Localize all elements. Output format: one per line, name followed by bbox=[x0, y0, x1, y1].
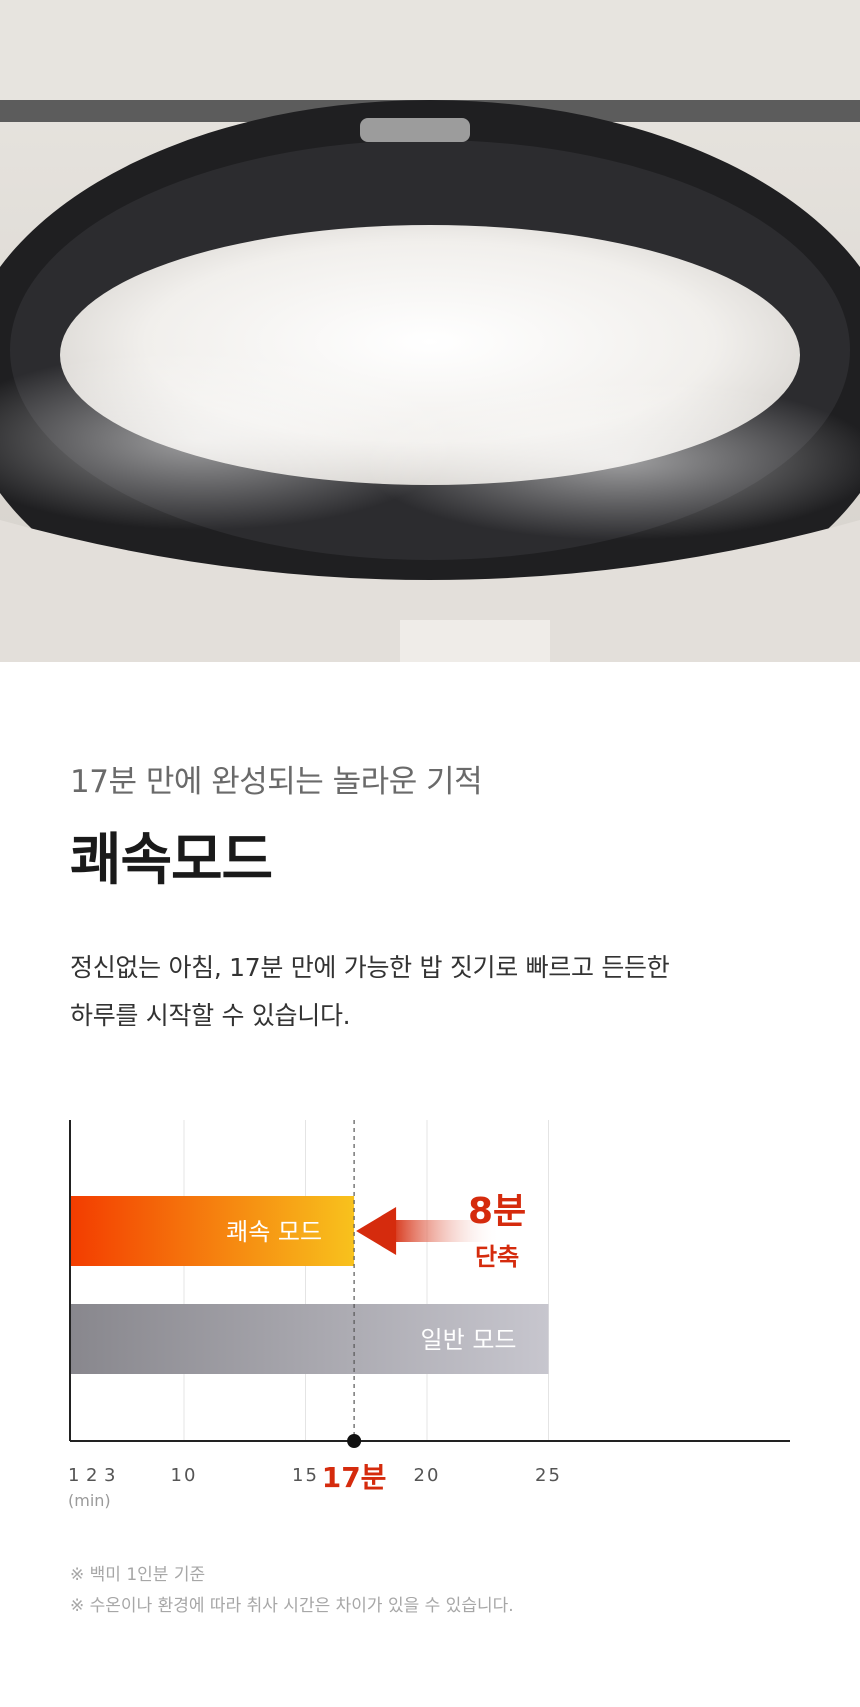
arrow-head bbox=[356, 1207, 397, 1255]
annotation: 8분단축 bbox=[353, 1120, 526, 1441]
annotation-amount: 8분 bbox=[468, 1191, 526, 1232]
x-tick-label: 3 bbox=[104, 1465, 117, 1486]
gridlines bbox=[183, 1120, 549, 1441]
rice-cooker-illustration bbox=[0, 0, 860, 662]
cooking-time-chart: 쾌속 모드일반 모드 8분단축 1 2 3 10 15 17분 20 25 (min) bbox=[68, 1120, 790, 1510]
bar-label: 쾌속 모드 bbox=[226, 1218, 322, 1246]
x-tick-label: 10 bbox=[171, 1465, 198, 1486]
x-tick-label: 17분 bbox=[322, 1461, 387, 1494]
hero-photo bbox=[0, 0, 860, 662]
footnote: ※ 수온이나 환경에 따라 취사 시간은 차이가 있을 수 있습니다. bbox=[70, 1596, 514, 1616]
description-line: 정신없는 아침, 17분 만에 가능한 밥 짓기로 빠르고 든든한 bbox=[70, 953, 670, 982]
unit-label: (min) bbox=[68, 1491, 111, 1510]
x-tick-label: 2 bbox=[86, 1465, 99, 1486]
x-tick-label: 1 bbox=[68, 1465, 81, 1486]
x-tick-label: 25 bbox=[535, 1465, 562, 1486]
subtitle: 17분 만에 완성되는 놀라운 기적 bbox=[70, 764, 483, 800]
description-line: 하루를 시작할 수 있습니다. bbox=[70, 1001, 351, 1030]
marker-dot bbox=[347, 1434, 362, 1448]
footnotes: ※ 백미 1인분 기준 ※ 수온이나 환경에 따라 취사 시간은 차이가 있을 … bbox=[70, 1560, 514, 1622]
page-title: 쾌속모드 bbox=[70, 828, 273, 893]
bar-label: 일반 모드 bbox=[421, 1326, 517, 1354]
description: 정신없는 아침, 17분 만에 가능한 밥 짓기로 빠르고 든든한 하루를 시작… bbox=[70, 944, 790, 1040]
x-tick-label: 20 bbox=[414, 1465, 441, 1486]
copy-section: 17분 만에 완성되는 놀라운 기적 쾌속모드 정신없는 아침, 17분 만에 … bbox=[70, 760, 790, 1040]
footnote: ※ 백미 1인분 기준 bbox=[70, 1565, 206, 1585]
x-tick-label: 15 bbox=[292, 1465, 319, 1486]
annotation-text: 단축 bbox=[475, 1243, 519, 1271]
